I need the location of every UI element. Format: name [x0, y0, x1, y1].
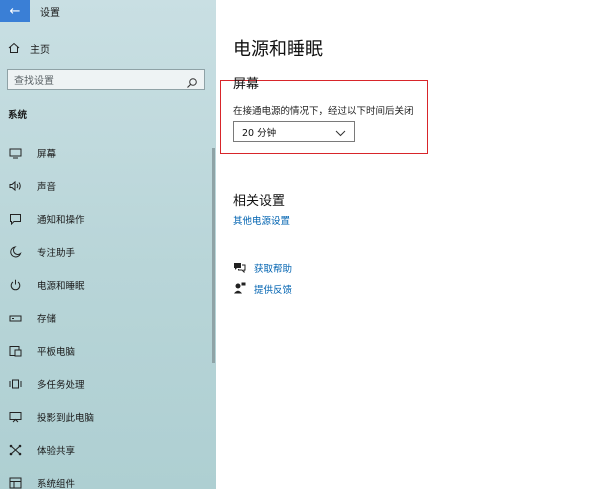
main-content: 电源和睡眠 屏幕 在接通电源的情况下，经过以下时间后关闭 20 分钟 相关设置 … — [216, 0, 600, 489]
screen-timeout-dropdown[interactable]: 20 分钟 — [233, 121, 355, 142]
storage-icon — [8, 311, 22, 325]
moon-icon — [8, 245, 22, 259]
feedback-row[interactable]: 提供反馈 — [233, 279, 292, 298]
search-input[interactable]: 查找设置 — [7, 69, 205, 90]
sidebar: ← 设置 主页 查找设置 系统 屏幕 声音 通知和操作 专注助手 电源和睡眠 存… — [0, 0, 216, 489]
sidebar-item-label: 体验共享 — [37, 445, 76, 457]
related-settings-heading: 相关设置 — [233, 194, 286, 209]
sidebar-item-label: 平板电脑 — [37, 346, 76, 358]
speaker-icon — [8, 179, 22, 193]
sidebar-scrollbar[interactable] — [212, 148, 215, 363]
components-icon — [8, 476, 22, 489]
screen-section-heading: 屏幕 — [233, 77, 260, 92]
monitor-icon — [8, 146, 22, 160]
sidebar-item-label: 声音 — [37, 181, 57, 193]
sidebar-item-label: 电源和睡眠 — [37, 280, 85, 292]
sidebar-item-display[interactable]: 屏幕 — [0, 136, 210, 169]
sidebar-item-label: 投影到此电脑 — [37, 412, 95, 424]
get-help-row[interactable]: 获取帮助 — [233, 258, 292, 277]
sidebar-item-project-to-pc[interactable]: 投影到此电脑 — [0, 400, 210, 433]
search-placeholder: 查找设置 — [14, 76, 54, 87]
other-power-settings-link[interactable]: 其他电源设置 — [233, 213, 290, 227]
project-icon — [8, 410, 22, 424]
back-button[interactable]: ← — [0, 0, 30, 22]
title-bar: ← 设置 — [0, 0, 216, 22]
sidebar-item-home[interactable]: 主页 — [8, 40, 50, 56]
home-icon — [8, 39, 20, 58]
tablet-icon — [8, 344, 22, 358]
sidebar-item-label: 主页 — [30, 44, 50, 56]
multitask-icon — [8, 377, 22, 391]
section-label-system: 系统 — [8, 110, 28, 121]
search-icon[interactable] — [186, 74, 198, 88]
page-title: 电源和睡眠 — [233, 39, 323, 60]
sidebar-item-label: 多任务处理 — [37, 379, 85, 391]
feedback-link[interactable]: 提供反馈 — [254, 282, 292, 296]
sidebar-item-label: 通知和操作 — [37, 214, 85, 226]
app-title: 设置 — [40, 7, 60, 19]
sidebar-item-multitasking[interactable]: 多任务处理 — [0, 367, 210, 400]
chevron-down-icon — [335, 122, 346, 141]
sidebar-item-shared-experiences[interactable]: 体验共享 — [0, 433, 210, 466]
sidebar-item-label: 专注助手 — [37, 247, 76, 259]
screen-timeout-label: 在接通电源的情况下，经过以下时间后关闭 — [233, 106, 414, 117]
sidebar-item-label: 屏幕 — [37, 148, 57, 160]
sidebar-nav: 屏幕 声音 通知和操作 专注助手 电源和睡眠 存储 平板电脑 多任务处理 投影到… — [0, 136, 210, 489]
sidebar-item-label: 存储 — [37, 313, 57, 325]
sidebar-item-label: 系统组件 — [37, 478, 76, 489]
dropdown-selected-value: 20 分钟 — [242, 127, 277, 139]
notification-icon — [8, 212, 22, 226]
sidebar-item-power-sleep[interactable]: 电源和睡眠 — [0, 268, 210, 301]
power-icon — [8, 278, 22, 292]
sidebar-item-system-components[interactable]: 系统组件 — [0, 466, 210, 489]
get-help-link[interactable]: 获取帮助 — [254, 261, 292, 275]
back-arrow-icon: ← — [9, 3, 21, 19]
help-chat-icon — [233, 258, 246, 277]
sidebar-item-sound[interactable]: 声音 — [0, 169, 210, 202]
share-icon — [8, 443, 22, 457]
feedback-person-icon — [233, 279, 246, 298]
sidebar-item-notifications[interactable]: 通知和操作 — [0, 202, 210, 235]
sidebar-item-storage[interactable]: 存储 — [0, 301, 210, 334]
sidebar-item-focus-assist[interactable]: 专注助手 — [0, 235, 210, 268]
sidebar-item-tablet[interactable]: 平板电脑 — [0, 334, 210, 367]
